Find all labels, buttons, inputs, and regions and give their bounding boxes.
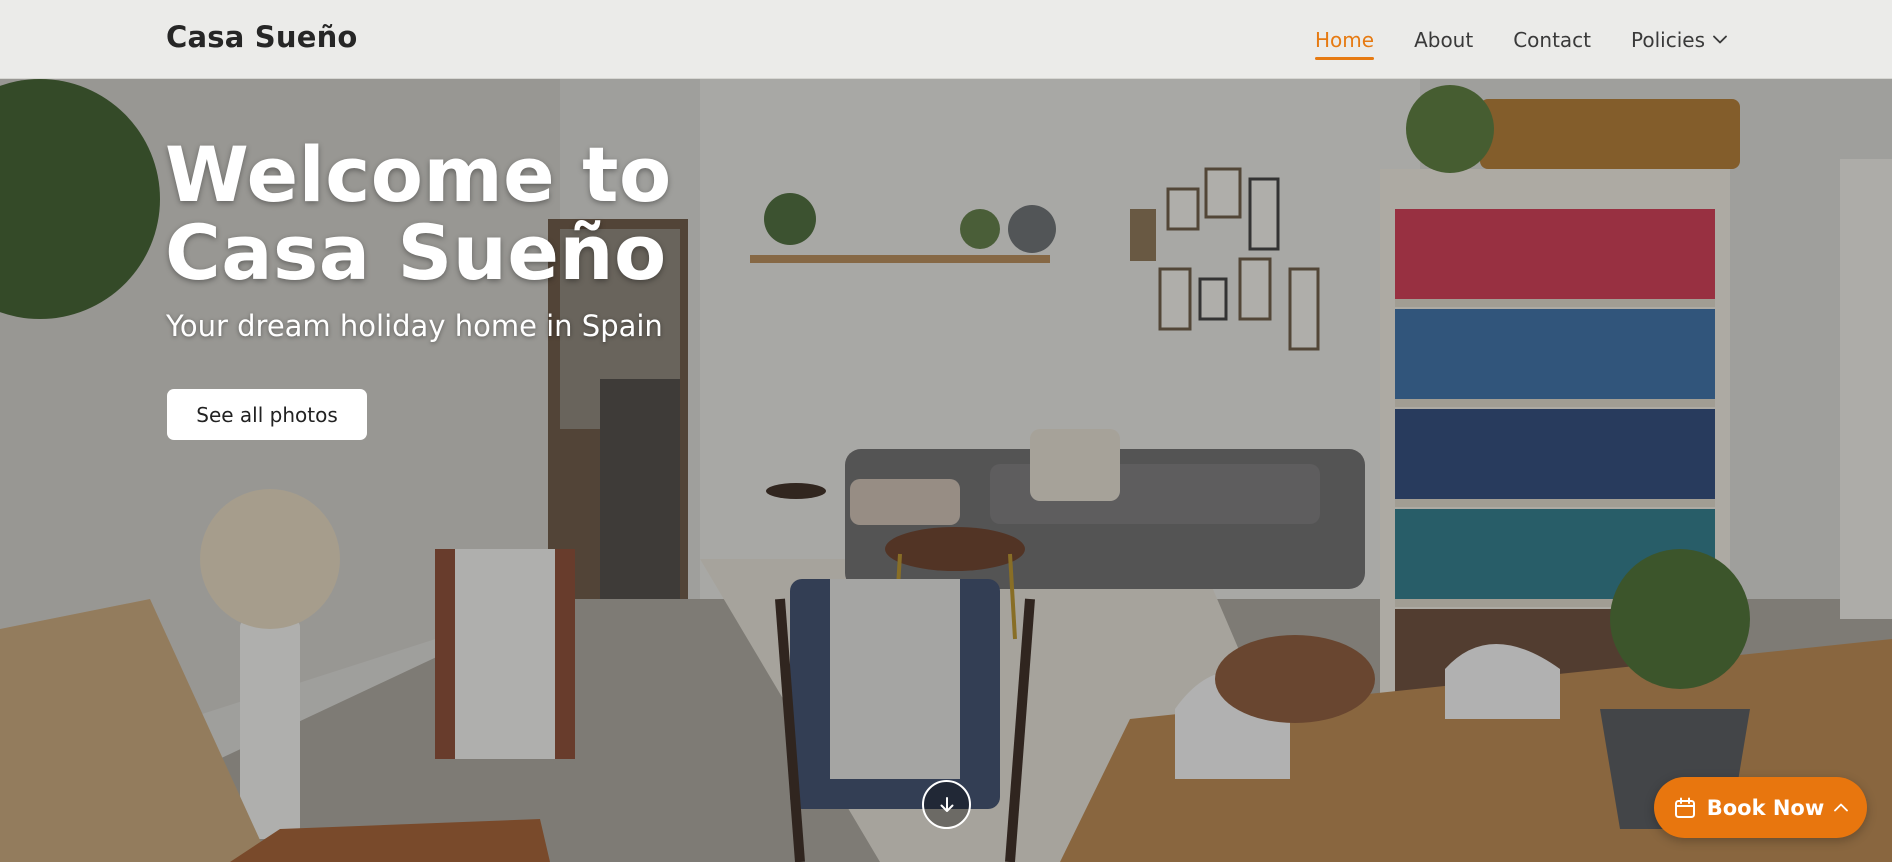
hero-subtitle: Your dream holiday home in Spain — [166, 309, 663, 343]
nav-about[interactable]: About — [1414, 24, 1473, 56]
main-nav: Home About Contact Policies — [1315, 0, 1727, 79]
hero-title-line-2: Casa Sueño — [165, 208, 667, 297]
book-now-button[interactable]: Book Now — [1654, 777, 1867, 838]
book-now-label: Book Now — [1706, 795, 1825, 820]
nav-policies-label: Policies — [1631, 27, 1705, 52]
scroll-down-button[interactable] — [922, 780, 971, 829]
nav-contact[interactable]: Contact — [1513, 24, 1591, 56]
nav-home[interactable]: Home — [1315, 24, 1375, 60]
hero-title-line-1: Welcome to — [165, 130, 672, 219]
site-logo[interactable]: Casa Sueño — [166, 20, 358, 54]
see-all-photos-button[interactable]: See all photos — [167, 389, 367, 440]
site-header: Casa Sueño Home About Contact Policies — [0, 0, 1892, 79]
nav-policies-dropdown[interactable]: Policies — [1631, 24, 1727, 56]
calendar-icon — [1674, 797, 1695, 818]
chevron-down-icon — [1713, 35, 1727, 44]
hero-title: Welcome to Casa Sueño — [165, 136, 925, 292]
chevron-up-icon — [1834, 803, 1849, 812]
arrow-down-icon — [940, 796, 953, 812]
